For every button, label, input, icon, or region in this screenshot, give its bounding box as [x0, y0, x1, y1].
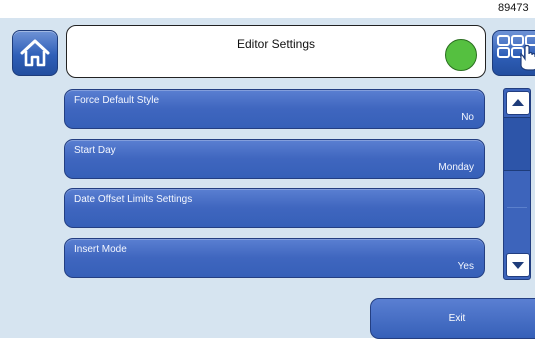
setting-label: Start Day: [74, 145, 116, 156]
keypad-icon: [497, 35, 535, 71]
setting-label: Force Default Style: [74, 95, 160, 106]
setting-label: Date Offset Limits Settings: [74, 194, 193, 205]
arrow-down-icon: [512, 262, 524, 269]
status-indicator: [445, 39, 477, 71]
scroll-divider: [507, 207, 527, 208]
setting-force-default-style[interactable]: Force Default Style No: [64, 89, 485, 129]
title-bar: Editor Settings: [66, 25, 486, 78]
keypad-button[interactable]: [492, 30, 535, 76]
setting-insert-mode[interactable]: Insert Mode Yes: [64, 238, 485, 278]
setting-date-offset-limits[interactable]: Date Offset Limits Settings: [64, 188, 485, 228]
scroll-down-button[interactable]: [506, 253, 530, 277]
setting-label: Insert Mode: [74, 244, 127, 255]
setting-value: Yes: [457, 261, 474, 272]
scrollbar[interactable]: [503, 88, 531, 280]
scroll-up-button[interactable]: [506, 91, 530, 115]
page-title: Editor Settings: [236, 37, 316, 51]
setting-value: No: [461, 112, 474, 123]
scroll-thumb[interactable]: [504, 117, 530, 171]
exit-button[interactable]: Exit: [370, 298, 535, 339]
corner-id: 89473: [498, 2, 529, 14]
arrow-up-icon: [512, 99, 524, 106]
home-icon: [20, 39, 50, 67]
setting-start-day[interactable]: Start Day Monday: [64, 139, 485, 179]
setting-value: Monday: [438, 162, 474, 173]
home-button[interactable]: [12, 30, 58, 76]
